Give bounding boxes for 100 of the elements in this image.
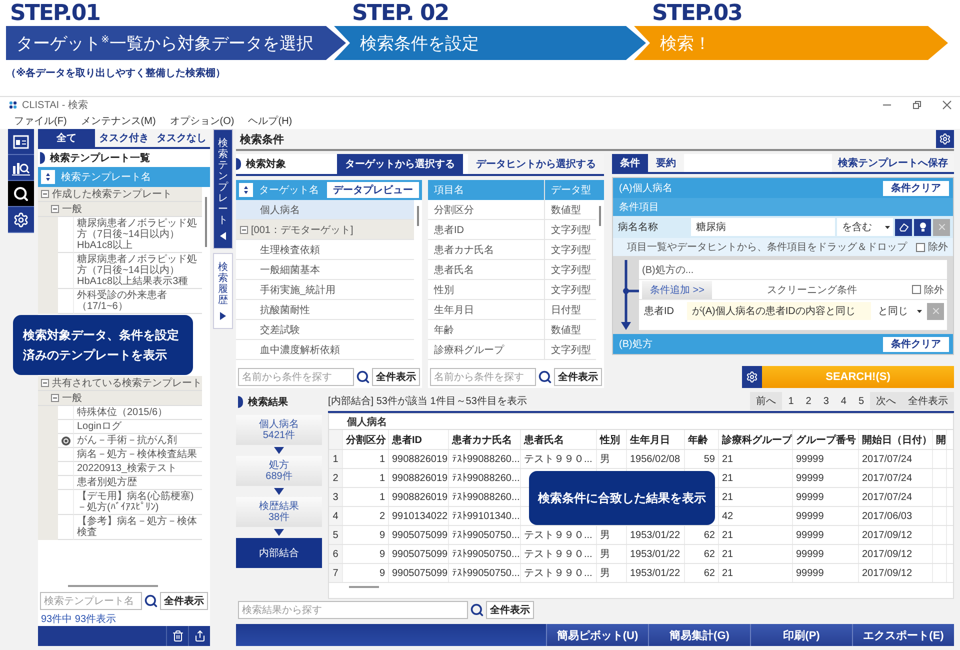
tree-group-row[interactable]: 一般 xyxy=(38,391,202,406)
search-field[interactable]: 検索結果から探す xyxy=(238,601,468,619)
template-item[interactable]: 病名－処方－検体検査結果 xyxy=(38,448,202,462)
tab[interactable]: タスク付き xyxy=(95,129,153,147)
flow-step[interactable]: 内部結合 xyxy=(236,538,322,568)
scrollbar[interactable] xyxy=(205,197,207,247)
operator-select[interactable]: を含む xyxy=(837,218,893,236)
save-template-button[interactable]: 検索テンプレートへ保存 xyxy=(832,154,954,172)
template-item[interactable]: がん－手術－抗がん剤 xyxy=(38,434,202,448)
show-all-button[interactable]: 全件表示 xyxy=(554,368,602,386)
next-button[interactable]: 次へ xyxy=(870,392,902,410)
clear-button[interactable]: 条件クリア xyxy=(883,180,949,196)
page-link[interactable]: 3 xyxy=(817,392,835,410)
template-item[interactable]: 糖尿病患者ノボラピッド処方（7日後~14日以内）HbA1c8以上結果表示3種 xyxy=(38,253,202,289)
tab[interactable]: ターゲットから選択する xyxy=(337,154,463,174)
checkbox[interactable] xyxy=(916,242,925,252)
data-preview-button[interactable]: データプレビュー xyxy=(327,182,419,198)
settings-button[interactable] xyxy=(742,366,762,388)
footer-button[interactable]: エクスポート(E) xyxy=(852,624,954,646)
target-group-row[interactable]: [001：デモターゲット] xyxy=(236,220,414,240)
template-item[interactable]: 外科受診の外来患者（17/1~6） xyxy=(38,289,202,314)
template-item[interactable]: 特殊体位（2015/6） xyxy=(38,406,202,420)
field-label: 病名名称 xyxy=(617,220,659,234)
sidebar-button[interactable] xyxy=(8,207,34,233)
search-icon[interactable] xyxy=(470,603,484,617)
show-all-button[interactable]: 全件表示 xyxy=(372,368,420,386)
template-item[interactable]: 【参考】病名－処方－検体検査 xyxy=(38,515,202,540)
scrollbar[interactable] xyxy=(599,206,601,226)
flow-step[interactable]: 個人病名 5421件 xyxy=(236,415,322,445)
sidebar-button[interactable] xyxy=(8,181,34,207)
page-link[interactable]: 1 xyxy=(782,392,800,410)
tab[interactable]: タスクなし xyxy=(152,129,210,147)
footer-button[interactable]: 簡易集計(G) xyxy=(648,624,750,646)
page-link[interactable]: 2 xyxy=(800,392,818,410)
search-field[interactable]: 名前から条件を探す xyxy=(238,368,354,386)
vertical-tab[interactable]: 検索テンプレート xyxy=(213,129,233,249)
template-item[interactable]: Loginログ xyxy=(38,420,202,434)
collapse-icon[interactable] xyxy=(51,394,59,402)
menu-item[interactable]: ファイル(F) xyxy=(14,114,67,128)
row-number: 2 xyxy=(329,469,343,487)
menu-item[interactable]: メンテナンス(M) xyxy=(80,114,156,128)
hint-button[interactable] xyxy=(914,218,931,236)
checkbox[interactable] xyxy=(912,285,921,294)
sort-icon[interactable] xyxy=(239,183,253,197)
footer-button[interactable]: 簡易ピボット(U) xyxy=(546,624,648,646)
settings-button[interactable] xyxy=(936,130,954,148)
search-field[interactable]: 検索テンプレート名 xyxy=(40,592,142,610)
flow-step[interactable]: 検歴結果 38件 xyxy=(236,497,322,527)
previous-button[interactable]: 前へ xyxy=(750,392,782,410)
show-all-button[interactable]: 全件表示 xyxy=(160,592,208,610)
collapse-icon[interactable] xyxy=(240,226,248,234)
sidebar-button[interactable] xyxy=(8,129,34,155)
add-condition-button[interactable]: 条件追加 >> xyxy=(642,280,712,298)
column-header: グループ番号 xyxy=(793,430,859,449)
tab[interactable]: 全て xyxy=(38,129,96,147)
eraser-button[interactable] xyxy=(895,218,912,236)
page-link[interactable]: 5 xyxy=(852,392,870,410)
trash-icon[interactable] xyxy=(172,630,184,642)
table-cell: 1953/01/22 xyxy=(627,526,685,544)
collapse-icon[interactable] xyxy=(41,379,49,387)
search-icon[interactable] xyxy=(538,370,552,384)
tree-group-row[interactable]: 作成した検索テンプレート xyxy=(38,187,202,202)
collapse-icon[interactable] xyxy=(51,205,59,213)
value-field[interactable]: 糖尿病 xyxy=(691,218,835,236)
search-icon[interactable] xyxy=(356,370,370,384)
search-icon[interactable] xyxy=(144,594,158,608)
collapse-icon[interactable] xyxy=(41,190,49,198)
close-icon[interactable] xyxy=(942,100,952,110)
template-item[interactable]: 20220913_検索テスト xyxy=(38,462,202,476)
tree-group-row[interactable]: 共有されている検索テンプレート xyxy=(38,376,202,391)
share-icon[interactable] xyxy=(194,630,206,642)
dropdown-caret-icon xyxy=(917,310,922,312)
tree-group-row[interactable]: 一般 xyxy=(38,202,202,217)
sidebar-button[interactable] xyxy=(8,155,34,181)
page-link[interactable]: 4 xyxy=(834,392,852,410)
show-all-button[interactable]: 全件表示 xyxy=(902,392,954,410)
scrollbar[interactable] xyxy=(349,586,379,588)
value-field[interactable]: が(A)個人病名の患者IDの内容と同じ xyxy=(687,302,871,320)
tab[interactable]: 要約 xyxy=(648,154,684,172)
vertical-tab[interactable]: 検索履歴 xyxy=(213,253,233,329)
search-field[interactable]: 名前から条件を探す xyxy=(430,368,536,386)
menu-item[interactable]: ヘルプ(H) xyxy=(248,114,292,128)
table-cell: 数値型 xyxy=(544,200,596,219)
scrollbar[interactable] xyxy=(417,206,419,226)
sort-icon[interactable] xyxy=(41,170,55,184)
target-item[interactable]: 個人病名 xyxy=(236,200,414,220)
scrollbar[interactable] xyxy=(68,585,158,587)
flow-step[interactable]: 処方 689件 xyxy=(236,456,322,486)
menu-item[interactable]: オプション(O) xyxy=(170,114,234,128)
template-item[interactable]: 【デモ用】病名(心筋梗塞)－処方(ﾊﾞｲｱｽﾋﾟﾘﾝ) xyxy=(38,490,202,515)
template-item[interactable]: 患者別処方歴 xyxy=(38,476,202,490)
tab[interactable]: 条件 xyxy=(612,154,648,172)
tab[interactable]: データヒントから選択する xyxy=(468,154,604,174)
footer-button[interactable]: 印刷(P) xyxy=(750,624,852,646)
clear-button[interactable]: 条件クリア xyxy=(883,336,949,352)
restore-icon[interactable] xyxy=(912,100,922,110)
template-item[interactable]: 糖尿病患者ノボラピッド処方（7日後~14日以内）HbA1c8以上 xyxy=(38,217,202,253)
callout: 検索条件に合致した結果を表示 xyxy=(529,471,715,525)
show-all-button[interactable]: 全件表示 xyxy=(486,601,534,619)
column-header: 患者ID xyxy=(389,430,449,449)
